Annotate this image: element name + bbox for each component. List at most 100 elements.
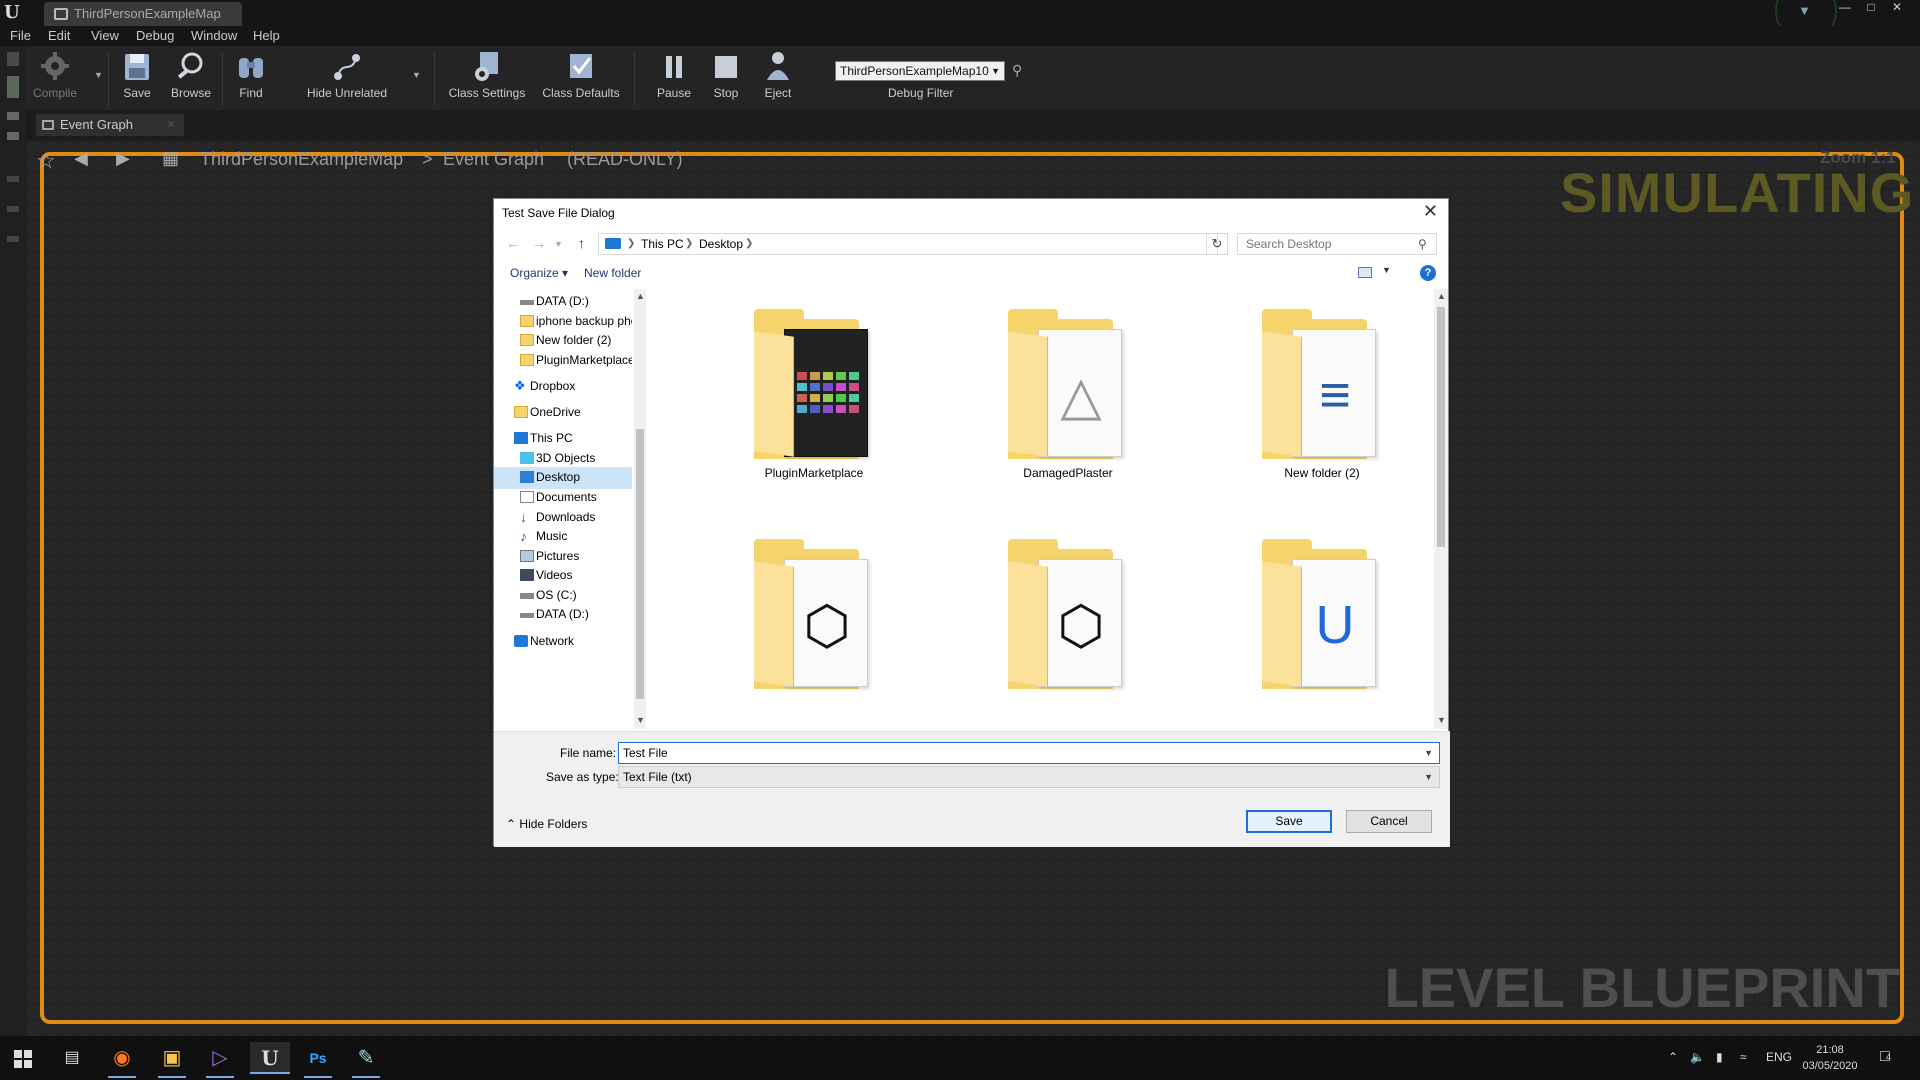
file-name-field[interactable]: Test File ▼: [618, 742, 1440, 764]
nav-item[interactable]: Documents: [494, 487, 632, 509]
debug-filter-select[interactable]: ThirdPersonExampleMap10 ▼: [835, 61, 1005, 81]
volume-icon[interactable]: 🔈: [1690, 1050, 1705, 1064]
compile-button[interactable]: Compile: [32, 50, 78, 108]
menu-window[interactable]: Window: [191, 28, 237, 43]
save-toolbar-button[interactable]: Save: [114, 50, 160, 108]
scroll-down-icon[interactable]: ▼: [1437, 715, 1446, 725]
file-item[interactable]: △ DamagedPlaster: [958, 289, 1158, 489]
hide-unrelated-dropdown[interactable]: ▼: [412, 70, 421, 80]
close-tab-icon[interactable]: ✕: [167, 114, 176, 136]
file-item[interactable]: PluginMarketplace: [704, 289, 904, 489]
scroll-up-icon[interactable]: ▲: [636, 291, 645, 301]
task-view-icon[interactable]: ▤: [52, 1042, 92, 1074]
menu-edit[interactable]: Edit: [48, 28, 70, 43]
nav-item[interactable]: Desktop: [494, 467, 632, 489]
forward-arrow-icon[interactable]: ▶: [116, 148, 130, 169]
save-type-select[interactable]: Text File (txt) ▼: [618, 766, 1440, 788]
browse-button[interactable]: Browse: [166, 50, 216, 108]
file-item[interactable]: ⬡: [704, 519, 904, 719]
menu-view[interactable]: View: [91, 28, 119, 43]
hide-unrelated-button[interactable]: Hide Unrelated: [306, 50, 388, 108]
eject-button[interactable]: Eject: [758, 50, 798, 108]
stop-button[interactable]: Stop: [706, 50, 746, 108]
nav-item[interactable]: Videos: [494, 565, 632, 587]
scroll-up-icon[interactable]: ▲: [1437, 291, 1446, 301]
address-desktop[interactable]: Desktop: [699, 234, 743, 254]
maximize-button[interactable]: □: [1858, 0, 1884, 16]
scroll-down-icon[interactable]: ▼: [636, 715, 645, 725]
refresh-button[interactable]: ↻: [1206, 233, 1228, 255]
back-icon[interactable]: ←: [506, 235, 520, 251]
menu-file[interactable]: File: [10, 28, 31, 43]
strip-marker: [7, 112, 19, 120]
system-clock[interactable]: 21:08 03/05/2020: [1800, 1042, 1860, 1074]
close-window-button[interactable]: ✕: [1884, 0, 1910, 16]
firefox-icon[interactable]: ◉: [102, 1042, 142, 1078]
nav-item[interactable]: PluginMarketplace: [494, 350, 632, 372]
view-options-dropdown[interactable]: ▼: [1382, 265, 1391, 275]
nav-item[interactable]: This PC: [494, 428, 632, 450]
debug-search-icon[interactable]: ⚲: [1012, 62, 1022, 79]
files-scroll-thumb[interactable]: [1437, 307, 1445, 547]
event-graph-tab[interactable]: Event Graph ✕: [36, 114, 184, 136]
breadcrumb-graph[interactable]: Event Graph: [443, 149, 544, 170]
strip-icon[interactable]: [7, 52, 19, 66]
chevron-down-icon[interactable]: ▼: [1424, 743, 1433, 763]
notification-icon[interactable]: ▼: [1798, 3, 1816, 18]
forward-icon[interactable]: →: [532, 235, 546, 251]
save-button[interactable]: Save: [1246, 810, 1332, 833]
menu-help[interactable]: Help: [253, 28, 280, 43]
minimize-button[interactable]: —: [1832, 0, 1858, 16]
nav-item[interactable]: DATA (D:): [494, 604, 632, 626]
address-bar[interactable]: ❯ This PC ❯ Desktop ❯ ▼: [598, 233, 1309, 255]
windows-start-icon[interactable]: [14, 1050, 32, 1068]
cancel-button[interactable]: Cancel: [1346, 810, 1432, 833]
hide-unrelated-label: Hide Unrelated: [306, 86, 388, 100]
file-explorer-icon[interactable]: ▣: [152, 1042, 192, 1078]
language-indicator[interactable]: ENG: [1766, 1050, 1792, 1064]
files-scrollbar[interactable]: ▲ ▼: [1434, 289, 1448, 729]
compile-options-dropdown[interactable]: ▼: [94, 70, 103, 80]
hide-folders-button[interactable]: ⌃ Hide Folders: [506, 817, 587, 831]
favorite-star-icon[interactable]: ☆: [36, 148, 56, 174]
breadcrumb-map[interactable]: ThirdPersonExampleMap: [200, 149, 403, 170]
new-folder-button[interactable]: New folder: [584, 266, 641, 280]
menu-debug[interactable]: Debug: [136, 28, 174, 43]
back-arrow-icon[interactable]: ◀: [74, 148, 88, 169]
navigation-scrollbar[interactable]: ▲ ▼: [634, 289, 646, 729]
document-tab[interactable]: ThirdPersonExampleMap: [44, 2, 242, 26]
file-item[interactable]: ≡ New folder (2): [1212, 289, 1412, 489]
find-button[interactable]: Find: [226, 50, 276, 108]
unreal-engine-icon[interactable]: U: [250, 1042, 290, 1074]
class-settings-button[interactable]: Class Settings: [446, 50, 528, 108]
battery-icon[interactable]: ▮: [1716, 1050, 1723, 1064]
visual-studio-icon[interactable]: ▷: [200, 1042, 240, 1078]
organize-button[interactable]: Organize ▾: [510, 266, 568, 280]
paint-icon[interactable]: ✎: [346, 1042, 386, 1078]
nav-item[interactable]: DATA (D:): [494, 291, 632, 313]
search-input[interactable]: [1237, 233, 1437, 255]
tray-overflow-icon[interactable]: ⌃: [1668, 1050, 1678, 1064]
action-center-icon[interactable]: □ 4: [1880, 1048, 1891, 1066]
file-item[interactable]: ⬡: [958, 519, 1158, 719]
help-icon[interactable]: ?: [1420, 265, 1436, 281]
nav-item[interactable]: ❖ Dropbox: [494, 376, 632, 398]
pause-button[interactable]: Pause: [654, 50, 694, 108]
3d-objects-icon: [520, 452, 534, 464]
save-disk-icon: [125, 54, 149, 80]
navigation-scroll-thumb[interactable]: [636, 429, 644, 699]
nav-item[interactable]: Network: [494, 631, 632, 653]
wifi-icon[interactable]: ≈: [1740, 1050, 1747, 1064]
dialog-close-button[interactable]: ✕: [1423, 201, 1438, 222]
up-folder-icon[interactable]: ↑: [578, 235, 585, 251]
change-view-icon[interactable]: [1358, 267, 1372, 278]
class-defaults-button[interactable]: Class Defaults: [540, 50, 622, 108]
strip-handle[interactable]: [7, 76, 19, 98]
nav-item[interactable]: ♪ Music: [494, 526, 632, 548]
nav-item[interactable]: New folder (2): [494, 330, 632, 352]
address-this-pc[interactable]: This PC: [641, 234, 684, 254]
file-item[interactable]: U: [1212, 519, 1412, 719]
photoshop-icon[interactable]: Ps: [298, 1042, 338, 1078]
recent-dropdown-icon[interactable]: ▼: [554, 239, 563, 249]
nav-item[interactable]: OneDrive: [494, 402, 632, 424]
